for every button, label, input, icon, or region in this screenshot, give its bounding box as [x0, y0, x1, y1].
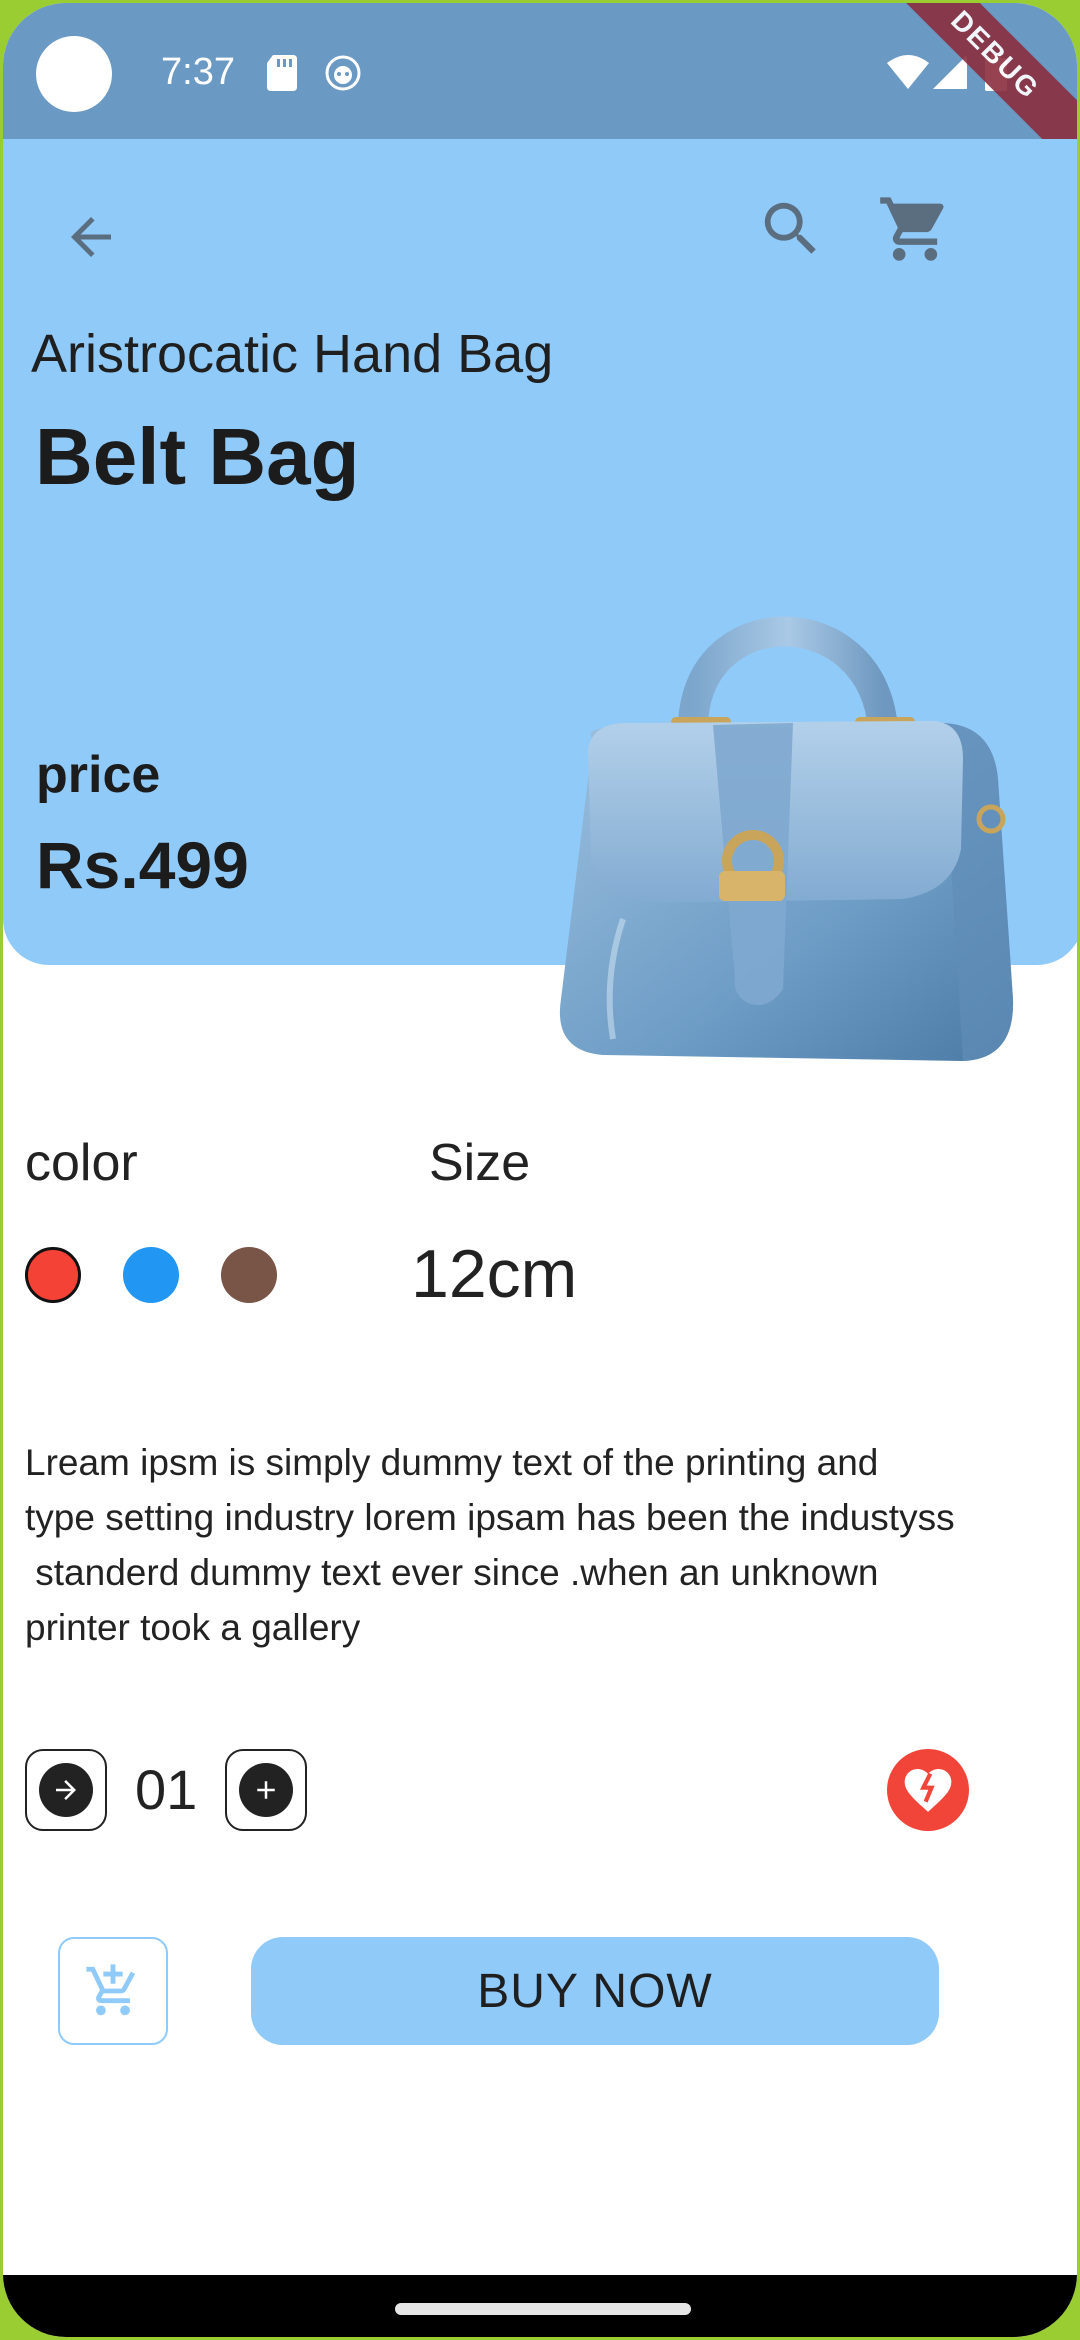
plus-circle-icon [239, 1763, 293, 1817]
heart-broken-icon [904, 1769, 952, 1812]
buy-now-button[interactable]: BUY NOW [251, 1937, 939, 2045]
home-gesture-handle[interactable] [395, 2303, 691, 2315]
arrow-right-circle-icon [39, 1763, 93, 1817]
cart-icon [880, 197, 944, 261]
cart-button[interactable] [875, 189, 955, 269]
status-time: 7:37 [161, 51, 235, 93]
price-value: Rs.499 [36, 828, 249, 902]
assistant-status-icon [325, 55, 361, 91]
product-description: Lream ipsm is simply dummy text of the p… [25, 1442, 955, 1648]
color-swatch-brown[interactable] [221, 1247, 277, 1303]
handbag-image [559, 616, 1014, 1061]
color-label: color [25, 1134, 138, 1192]
add-to-cart-button[interactable] [58, 1937, 168, 2045]
search-button[interactable] [751, 189, 831, 269]
camera-cutout [36, 36, 112, 112]
sd-card-icon [267, 55, 297, 91]
size-value: 12cm [411, 1236, 578, 1312]
wifi-icon [887, 55, 929, 89]
search-icon [764, 202, 816, 254]
price-label: price [36, 746, 161, 804]
favorite-button[interactable] [887, 1749, 969, 1831]
arrow-left-icon [71, 217, 111, 257]
color-swatch-blue[interactable] [123, 1247, 179, 1303]
product-subtitle: Aristrocatic Hand Bag [31, 324, 554, 384]
app-screen: 7:37 DEBUG Aristrocatic Hand Bag Belt Ba… [0, 0, 1080, 2340]
status-bar: 7:37 DEBUG [3, 3, 1077, 180]
size-label: Size [429, 1134, 531, 1192]
product-title: Belt Bag [35, 412, 360, 501]
quantity-decrement-button[interactable] [25, 1749, 107, 1831]
color-swatch-red[interactable] [25, 1247, 81, 1303]
quantity-value: 01 [135, 1758, 198, 1821]
add-cart-icon [86, 1964, 136, 2016]
quantity-increment-button[interactable] [225, 1749, 307, 1831]
back-button[interactable] [55, 201, 127, 273]
arrow-right-icon [56, 1780, 76, 1800]
plus-icon [257, 1781, 275, 1799]
signal-icon [933, 55, 967, 89]
